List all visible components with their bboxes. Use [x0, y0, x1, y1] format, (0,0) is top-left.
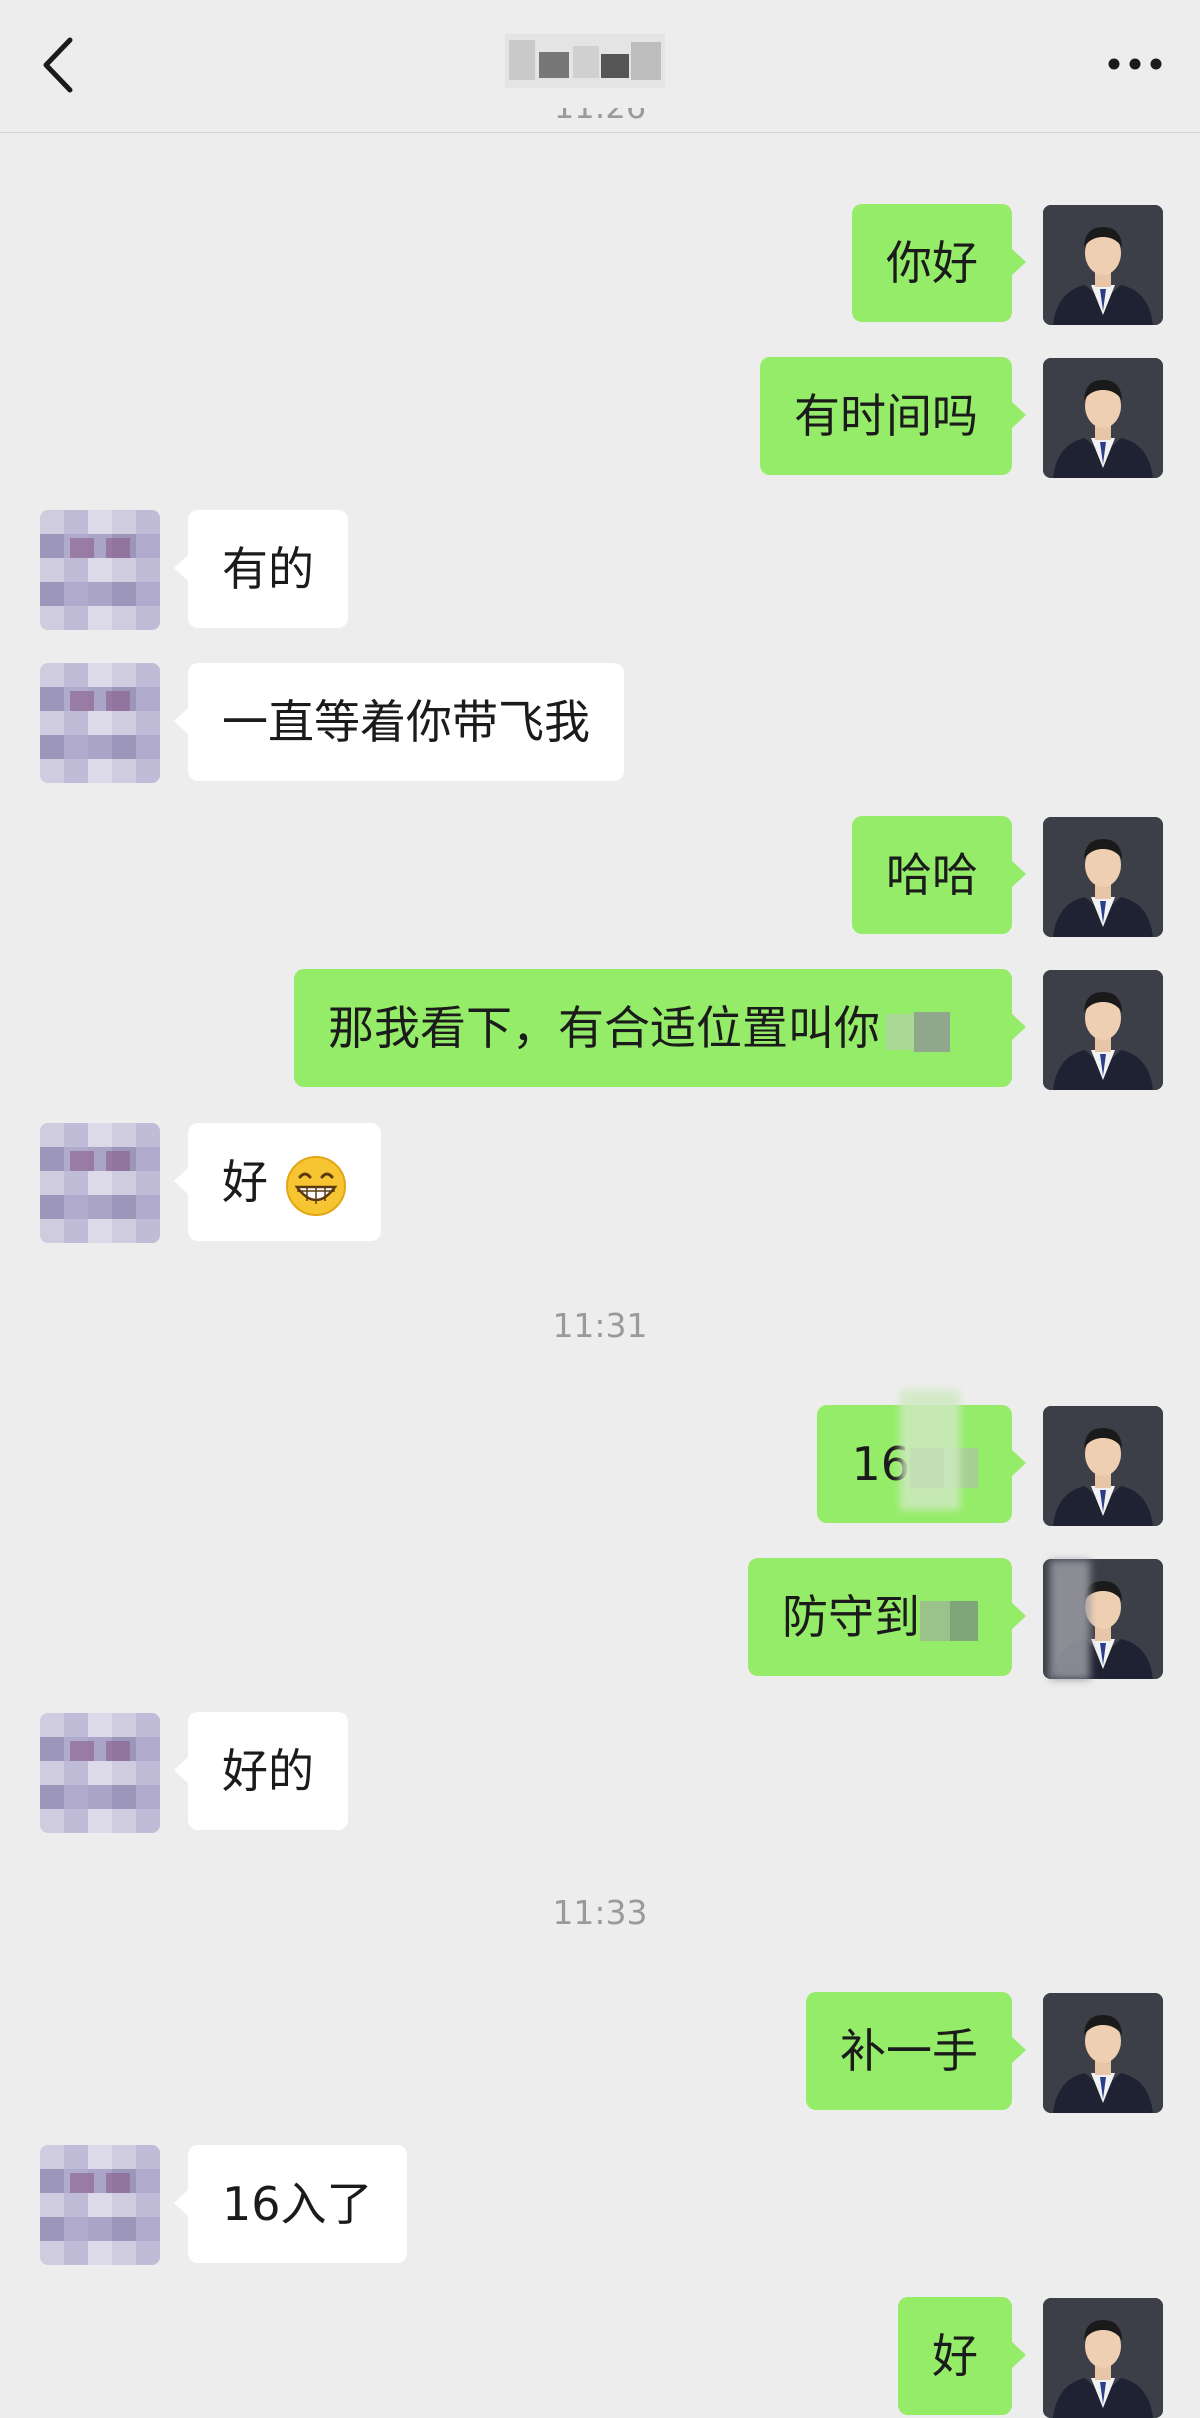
more-options-button[interactable]: [1104, 36, 1166, 92]
contact-avatar[interactable]: [40, 2145, 160, 2265]
timestamp-clipped: 11:26: [0, 108, 1200, 138]
ellipsis-icon: [1108, 58, 1162, 70]
chat-title-blurred: [505, 26, 665, 96]
my-avatar[interactable]: [1043, 1993, 1163, 2113]
chevron-left-icon: [43, 37, 73, 93]
message-bubble-received[interactable]: 好: [174, 1123, 381, 1241]
blur-overlay: [1050, 1560, 1090, 1680]
message-bubble-sent[interactable]: 有时间吗: [760, 357, 1026, 475]
blur-overlay: [900, 1390, 960, 1510]
back-button[interactable]: [34, 30, 84, 100]
message-bubble-sent[interactable]: 好: [898, 2297, 1026, 2415]
message-bubble-received[interactable]: 好的: [174, 1712, 348, 1830]
contact-avatar[interactable]: [40, 510, 160, 630]
my-avatar[interactable]: [1043, 1406, 1163, 1526]
message-bubble-received[interactable]: 有的: [174, 510, 348, 628]
contact-avatar[interactable]: [40, 1713, 160, 1833]
message-bubble-sent[interactable]: 你好: [852, 204, 1026, 322]
my-avatar[interactable]: [1043, 970, 1163, 1090]
message-bubble-sent[interactable]: 补一手: [806, 1992, 1026, 2110]
message-bubble-sent[interactable]: 那我看下，有合适位置叫你: [294, 969, 1026, 1087]
timestamp: 11:31: [552, 1306, 648, 1345]
contact-avatar[interactable]: [40, 663, 160, 783]
my-avatar[interactable]: [1043, 2298, 1163, 2418]
contact-avatar[interactable]: [40, 1123, 160, 1243]
grinning-face-icon: [285, 1155, 346, 1216]
message-bubble-received[interactable]: 16入了: [174, 2145, 407, 2263]
message-bubble-sent[interactable]: 防守到: [748, 1558, 1026, 1676]
my-avatar[interactable]: [1043, 205, 1163, 325]
message-bubble-sent[interactable]: 哈哈: [852, 816, 1026, 934]
timestamp: 11:33: [552, 1893, 648, 1932]
message-bubble-received[interactable]: 一直等着你带飞我: [174, 663, 624, 781]
my-avatar[interactable]: [1043, 817, 1163, 937]
my-avatar[interactable]: [1043, 358, 1163, 478]
